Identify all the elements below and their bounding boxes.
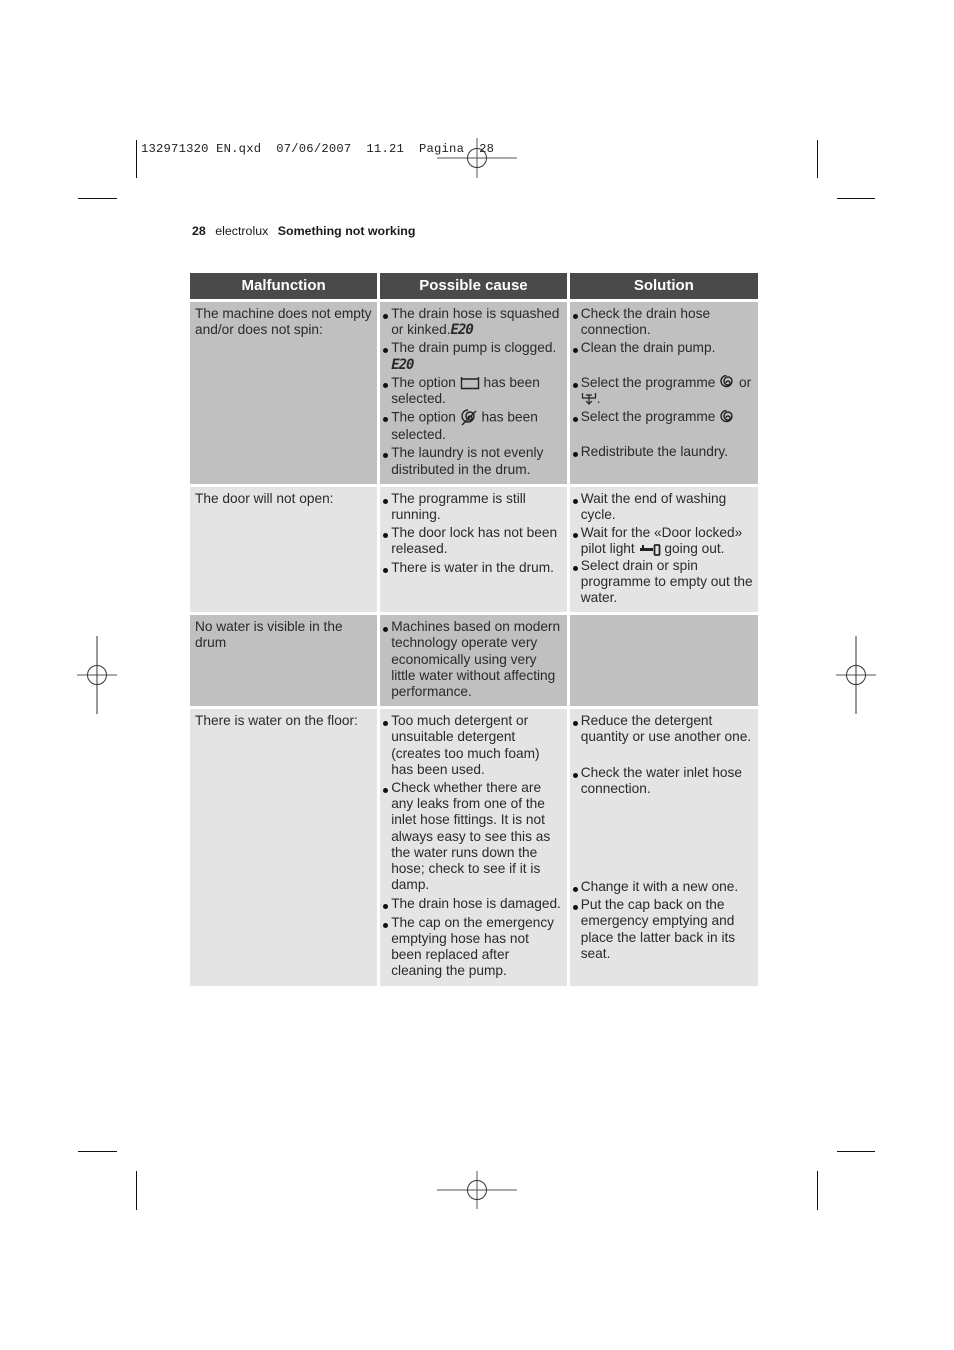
column-header-malfunction: Malfunction bbox=[190, 273, 378, 299]
door-locked-key-icon bbox=[639, 543, 660, 556]
table-row: The machine does not empty and/or does n… bbox=[190, 302, 758, 484]
registration-mark-top-icon bbox=[437, 138, 517, 178]
solution-cell: Reduce the detergent quantity or use ano… bbox=[569, 709, 758, 986]
error-code-e20: E20 bbox=[450, 322, 474, 339]
solution-item: Change it with a new one. bbox=[572, 879, 754, 895]
solution-item: Wait for the «Door locked» pilot light g… bbox=[572, 525, 754, 557]
troubleshooting-table: Malfunction Possible cause Solution The … bbox=[187, 270, 761, 989]
table-row: There is water on the floor: Too much de… bbox=[190, 709, 758, 986]
crop-mark-top-right-vertical bbox=[817, 140, 818, 178]
solution-item: Put the cap back on the emergency emptyi… bbox=[572, 897, 754, 962]
solution-cell: Wait the end of washing cycle. Wait for … bbox=[569, 486, 758, 613]
solution-item: Select drain or spin programme to empty … bbox=[572, 558, 754, 607]
brand-name: electrolux bbox=[215, 224, 269, 238]
column-header-possible-cause: Possible cause bbox=[380, 273, 567, 299]
solution-item: Select the programme or . bbox=[572, 374, 754, 408]
solution-item: Check the water inlet hose connection. bbox=[572, 765, 754, 797]
no-spin-icon bbox=[461, 409, 477, 426]
crop-mark-bottom-left-horizontal bbox=[78, 1151, 117, 1152]
table-header-row: Malfunction Possible cause Solution bbox=[190, 273, 758, 299]
cause-item: There is water in the drum. bbox=[383, 560, 563, 576]
solution-item: Select the programme bbox=[572, 409, 754, 425]
column-header-solution: Solution bbox=[569, 273, 758, 299]
crop-mark-top-left-vertical bbox=[136, 140, 137, 178]
malfunction-cell: The door will not open: bbox=[190, 486, 378, 613]
cause-cell: Too much detergent or unsuitable deterge… bbox=[380, 709, 567, 986]
solution-cell: Check the drain hose connection. Clean t… bbox=[569, 302, 758, 484]
crop-mark-bottom-right-horizontal bbox=[837, 1151, 875, 1152]
cause-item: Machines based on modern technology oper… bbox=[383, 619, 563, 700]
spin-icon bbox=[720, 374, 733, 388]
cause-item: The option has been selected. bbox=[383, 375, 563, 407]
section-title: Something not working bbox=[277, 224, 416, 238]
cause-cell: Machines based on modern technology oper… bbox=[380, 615, 567, 707]
spin-icon bbox=[720, 409, 733, 422]
solution-item: Wait the end of washing cycle. bbox=[572, 491, 754, 523]
solution-item: Clean the drain pump. bbox=[572, 340, 754, 356]
registration-mark-bottom-icon bbox=[437, 1171, 517, 1209]
cause-item: The option has been selected. bbox=[383, 409, 563, 443]
solution-item: Reduce the detergent quantity or use ano… bbox=[572, 713, 754, 745]
crop-mark-top-right-horizontal bbox=[837, 198, 875, 199]
solution-cell-empty bbox=[569, 615, 758, 707]
cause-item: The door lock has not been released. bbox=[383, 525, 563, 557]
registration-mark-left-icon bbox=[77, 636, 117, 714]
cause-cell: The drain hose is squashed or kinked.E20… bbox=[380, 302, 567, 484]
malfunction-cell: The machine does not empty and/or does n… bbox=[190, 302, 378, 484]
rinse-hold-icon bbox=[460, 377, 479, 390]
cause-item: The cap on the emergency emptying hose h… bbox=[383, 915, 563, 980]
cause-cell: The programme is still running. The door… bbox=[380, 486, 567, 613]
table-row: No water is visible in the drum Machines… bbox=[190, 615, 758, 707]
cause-item: The drain hose is squashed or kinked.E20 bbox=[383, 306, 563, 338]
solution-item: Redistribute the laundry. bbox=[572, 444, 754, 460]
page-number: 28 bbox=[192, 224, 206, 238]
crop-mark-bottom-left-vertical bbox=[136, 1171, 137, 1210]
malfunction-cell: No water is visible in the drum bbox=[190, 615, 378, 707]
cause-item: The programme is still running. bbox=[383, 491, 563, 523]
drain-icon bbox=[581, 393, 596, 406]
running-header: 28 electrolux Something not working bbox=[192, 224, 415, 238]
crop-mark-bottom-right-vertical bbox=[817, 1171, 818, 1210]
malfunction-cell: There is water on the floor: bbox=[190, 709, 378, 986]
error-code-e20: E20 bbox=[391, 356, 414, 373]
cause-item: The drain hose is damaged. bbox=[383, 896, 563, 912]
crop-mark-top-left-horizontal bbox=[78, 198, 117, 199]
registration-mark-right-icon bbox=[836, 636, 876, 714]
cause-item: Check whether there are any leaks from o… bbox=[383, 780, 563, 893]
cause-item: The laundry is not evenly distributed in… bbox=[383, 445, 563, 477]
solution-item: Check the drain hose connection. bbox=[572, 306, 754, 338]
cause-item: Too much detergent or unsuitable deterge… bbox=[383, 713, 563, 778]
cause-item: The drain pump is clogged. E20 bbox=[383, 340, 563, 373]
table-row: The door will not open: The programme is… bbox=[190, 486, 758, 613]
